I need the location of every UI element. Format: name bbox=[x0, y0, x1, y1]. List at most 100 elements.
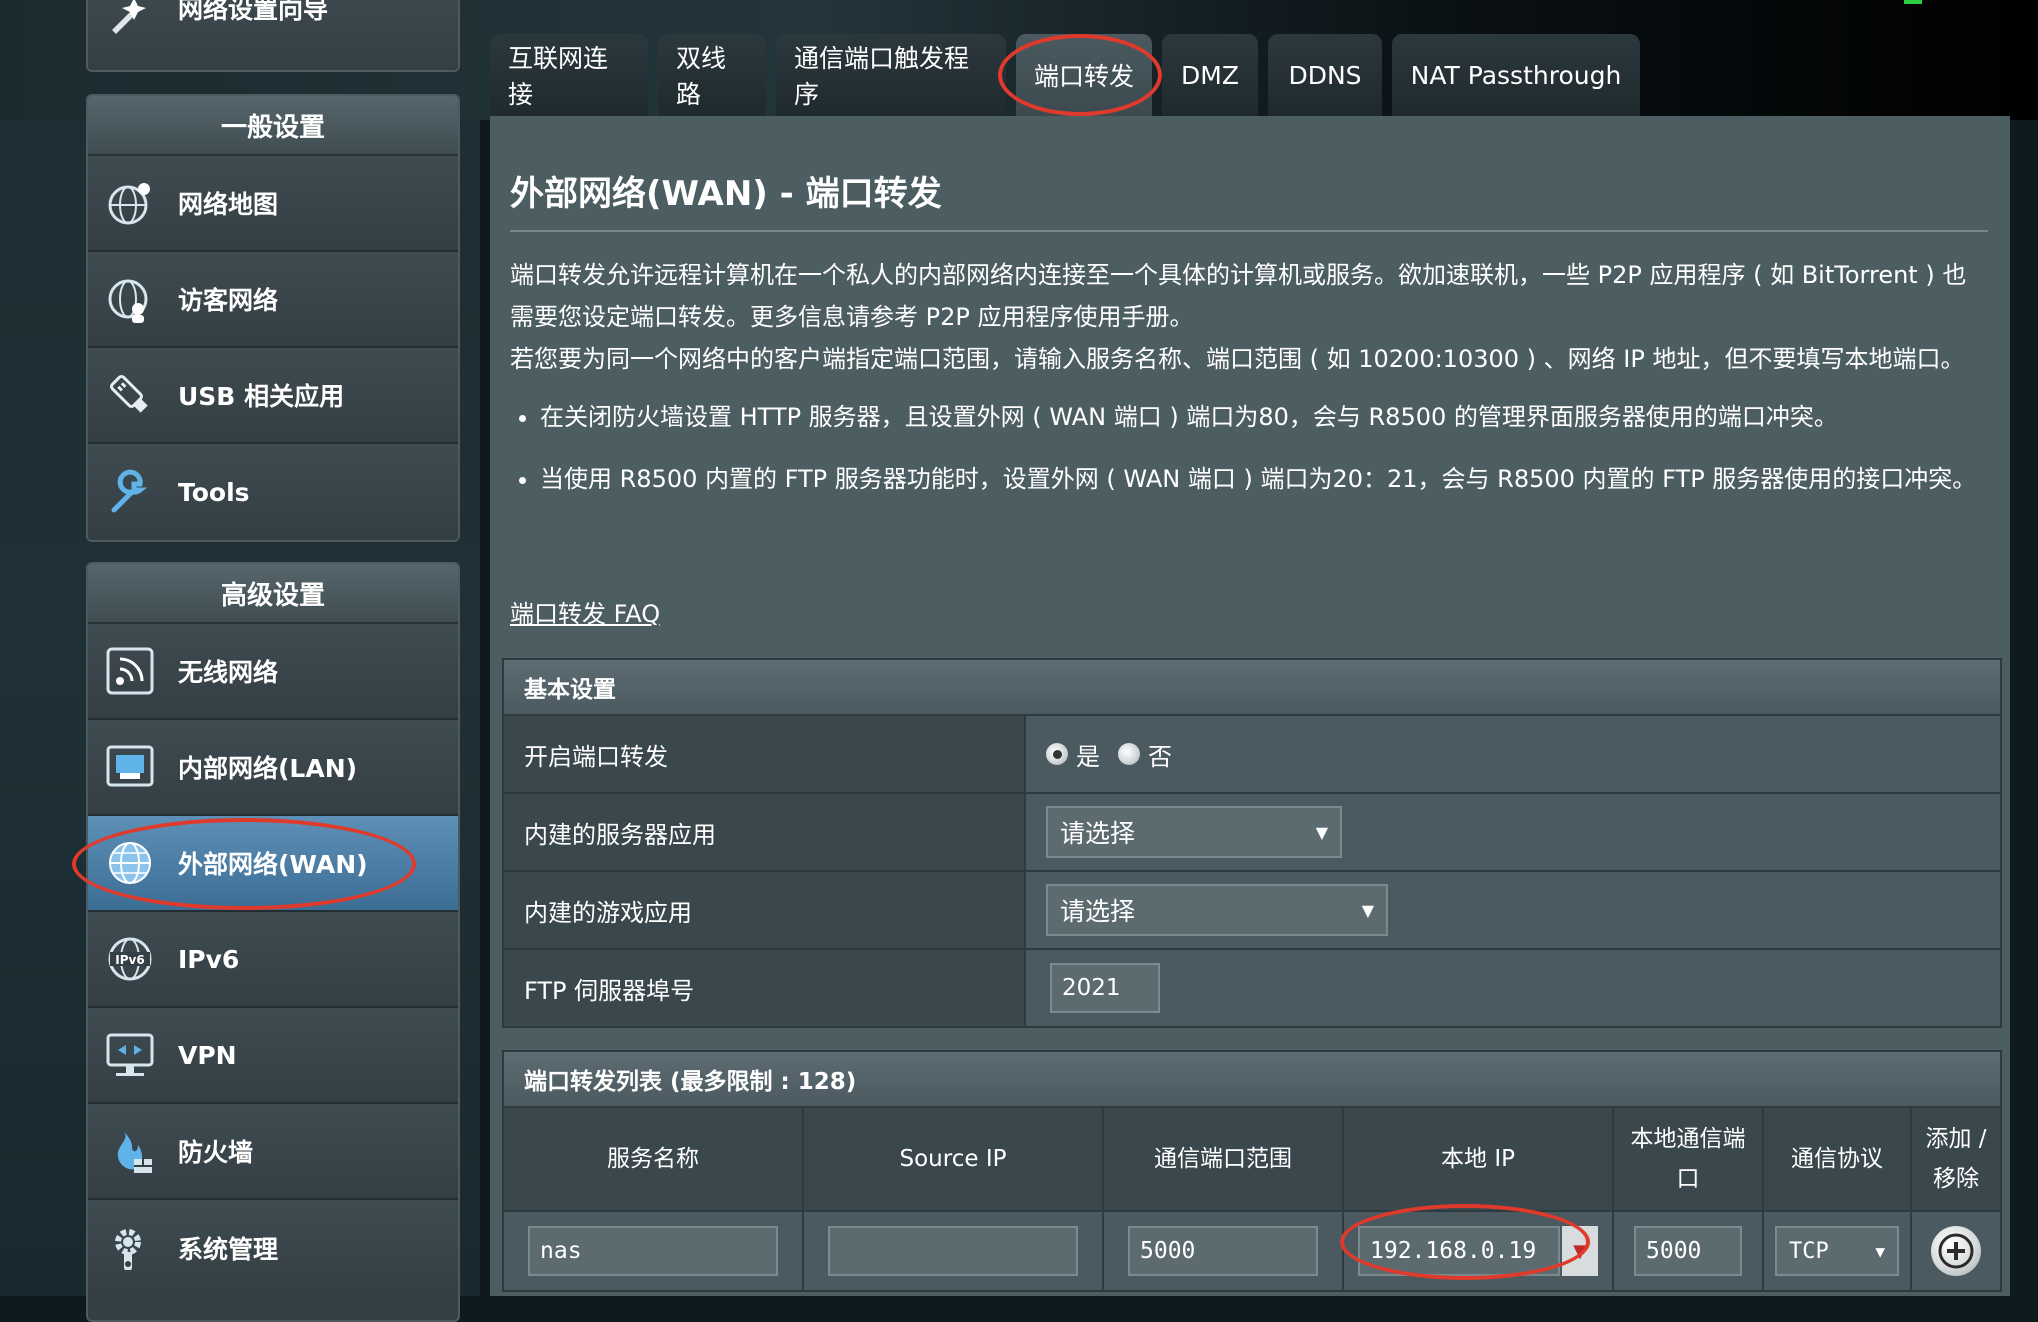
sidebar-item-label: 无线网络 bbox=[178, 658, 279, 687]
forward-list-table: 端口转发列表 (最多限制 : 128) 服务名称 Source IP 通信端口范… bbox=[502, 1050, 2002, 1292]
game-app-select[interactable]: 请选择 ▼ bbox=[1046, 884, 1388, 936]
enable-no-radio[interactable] bbox=[1118, 743, 1140, 765]
cell-port-range: 5000 bbox=[1104, 1212, 1344, 1290]
sidebar-item-lan[interactable]: 内部网络(LAN) bbox=[88, 720, 458, 816]
tab-bar: 互联网连接 双线路 通信端口触发程序 端口转发 DMZ DDNS NAT Pas… bbox=[490, 34, 1650, 116]
port-range-input[interactable]: 5000 bbox=[1128, 1226, 1318, 1276]
ftp-port-value: 2021 bbox=[1026, 950, 2000, 1026]
enable-yes-radio[interactable] bbox=[1046, 743, 1068, 765]
firewall-icon bbox=[102, 1123, 158, 1179]
vpn-icon bbox=[102, 1027, 158, 1083]
column-source-ip: Source IP bbox=[804, 1108, 1104, 1210]
forward-list-columns: 服务名称 Source IP 通信端口范围 本地 IP 本地通信端口 通信协议 … bbox=[504, 1106, 2000, 1210]
server-app-select[interactable]: 请选择 ▼ bbox=[1046, 806, 1342, 858]
server-app-row: 内建的服务器应用 请选择 ▼ bbox=[504, 792, 2000, 870]
tab-port-trigger[interactable]: 通信端口触发程序 bbox=[776, 34, 1006, 116]
table-row: nas 5000 192.168.0.19 ▼ 5000 TCP ▼ bbox=[504, 1210, 2000, 1290]
column-port-range: 通信端口范围 bbox=[1104, 1108, 1344, 1210]
usb-icon bbox=[102, 367, 158, 423]
sidebar-item-guest-network[interactable]: 访客网络 bbox=[88, 252, 458, 348]
tab-port-forwarding[interactable]: 端口转发 bbox=[1016, 34, 1152, 116]
tab-ddns[interactable]: DDNS bbox=[1268, 34, 1382, 116]
ftp-port-row: FTP 伺服器埠号 2021 bbox=[504, 948, 2000, 1026]
sidebar-item-ipv6[interactable]: IPv6 IPv6 bbox=[88, 912, 458, 1008]
server-app-label: 内建的服务器应用 bbox=[504, 794, 1026, 870]
network-map-icon bbox=[102, 175, 158, 231]
gear-icon bbox=[102, 1220, 158, 1276]
tab-internet[interactable]: 互联网连接 bbox=[490, 34, 648, 116]
description-text-1: 端口转发允许远程计算机在一个私人的内部网络内连接至一个具体的计算机或服务。欲加速… bbox=[510, 261, 1967, 331]
cell-local-port: 5000 bbox=[1614, 1212, 1764, 1290]
sidebar-item-firewall[interactable]: 防火墙 bbox=[88, 1104, 458, 1200]
globe-icon bbox=[102, 835, 158, 891]
ftp-port-input[interactable]: 2021 bbox=[1050, 963, 1160, 1013]
description: 端口转发允许远程计算机在一个私人的内部网络内连接至一个具体的计算机或服务。欲加速… bbox=[510, 254, 1990, 520]
game-app-value: 请选择 ▼ bbox=[1026, 872, 2000, 948]
cell-source-ip bbox=[804, 1212, 1104, 1290]
chevron-down-icon: ▼ bbox=[1875, 1241, 1885, 1261]
tab-nat-passthrough[interactable]: NAT Passthrough bbox=[1392, 34, 1640, 116]
cell-add bbox=[1912, 1212, 2000, 1290]
protocol-select[interactable]: TCP ▼ bbox=[1775, 1226, 1899, 1276]
sidebar-item-label: 内部网络(LAN) bbox=[178, 754, 358, 783]
sidebar-item-label: IPv6 bbox=[178, 944, 240, 974]
ipv6-icon: IPv6 bbox=[102, 931, 158, 987]
chevron-down-icon: ▼ bbox=[1315, 822, 1328, 842]
sidebar-item-vpn[interactable]: VPN bbox=[88, 1008, 458, 1104]
sidebar-advanced-box: 高级设置 无线网络 内部网络(LAN) 外部网络(WAN) IPv6 IPv6 bbox=[86, 562, 460, 1322]
column-local-ip: 本地 IP bbox=[1344, 1108, 1614, 1210]
basic-settings-header: 基本设置 bbox=[504, 660, 2000, 714]
column-service-name: 服务名称 bbox=[504, 1108, 804, 1210]
page-title: 外部网络(WAN) - 端口转发 bbox=[510, 174, 942, 214]
sidebar-item-wan[interactable]: 外部网络(WAN) bbox=[88, 816, 458, 912]
sidebar-item-label: 外部网络(WAN) bbox=[178, 850, 368, 879]
sidebar-item-label: 防火墙 bbox=[178, 1138, 254, 1167]
sidebar-item-usb[interactable]: USB 相关应用 bbox=[88, 348, 458, 444]
enable-forwarding-value: 是 否 bbox=[1026, 716, 2000, 792]
guest-network-icon bbox=[102, 271, 158, 327]
server-app-value: 请选择 ▼ bbox=[1026, 794, 2000, 870]
enable-forwarding-row: 开启端口转发 是 否 bbox=[504, 714, 2000, 792]
wrench-icon bbox=[102, 464, 158, 520]
column-protocol: 通信协议 bbox=[1764, 1108, 1912, 1210]
local-ip-input[interactable]: 192.168.0.19 bbox=[1358, 1226, 1560, 1276]
sidebar-general-box: 一般设置 网络地图 访客网络 USB 相关应用 Tools bbox=[86, 94, 460, 542]
notes-list: 在关闭防火墙设置 HTTP 服务器，且设置外网 ( WAN 端口 ) 端口为80… bbox=[510, 396, 1990, 500]
sidebar-item-tools[interactable]: Tools bbox=[88, 444, 458, 540]
ftp-port-label: FTP 伺服器埠号 bbox=[504, 950, 1026, 1026]
plus-circle-icon bbox=[1938, 1233, 1974, 1269]
sidebar-item-label: 访客网络 bbox=[178, 286, 279, 315]
sidebar-item-label: 网络设置向导 bbox=[178, 0, 329, 24]
column-local-port: 本地通信端口 bbox=[1614, 1108, 1764, 1210]
status-indicator bbox=[1904, 0, 1922, 4]
description-text-2: 若您要为同一个网络中的客户端指定端口范围，请输入服务名称、端口范围 ( 如 10… bbox=[510, 345, 1965, 373]
sidebar-item-wizard[interactable]: 网络设置向导 bbox=[88, 0, 458, 70]
enable-forwarding-label: 开启端口转发 bbox=[504, 716, 1026, 792]
sidebar-item-admin[interactable]: 系统管理 bbox=[88, 1200, 458, 1296]
source-ip-input[interactable] bbox=[828, 1226, 1078, 1276]
sidebar-item-label: 网络地图 bbox=[178, 190, 279, 219]
client-list-dropdown[interactable]: ▼ bbox=[1562, 1226, 1598, 1276]
sidebar-item-label: VPN bbox=[178, 1040, 237, 1070]
game-app-label: 内建的游戏应用 bbox=[504, 872, 1026, 948]
sidebar-general-header: 一般设置 bbox=[88, 96, 458, 156]
svg-text:IPv6: IPv6 bbox=[115, 953, 144, 967]
game-app-selected: 请选择 bbox=[1060, 897, 1136, 926]
enable-no-label: 否 bbox=[1148, 742, 1172, 771]
server-app-selected: 请选择 bbox=[1060, 819, 1136, 848]
tab-dual-wan[interactable]: 双线路 bbox=[658, 34, 766, 116]
title-divider bbox=[510, 230, 1988, 232]
enable-yes-label: 是 bbox=[1076, 742, 1100, 771]
local-port-input[interactable]: 5000 bbox=[1634, 1226, 1742, 1276]
add-rule-button[interactable] bbox=[1931, 1226, 1981, 1276]
cell-service-name: nas bbox=[504, 1212, 804, 1290]
sidebar-item-label: USB 相关应用 bbox=[178, 382, 345, 411]
service-name-input[interactable]: nas bbox=[528, 1226, 778, 1276]
wireless-icon bbox=[102, 643, 158, 699]
note-item: 在关闭防火墙设置 HTTP 服务器，且设置外网 ( WAN 端口 ) 端口为80… bbox=[540, 396, 1990, 438]
sidebar-item-wireless[interactable]: 无线网络 bbox=[88, 624, 458, 720]
tab-dmz[interactable]: DMZ bbox=[1162, 34, 1258, 116]
faq-link[interactable]: 端口转发 FAQ bbox=[510, 594, 660, 629]
sidebar-item-network-map[interactable]: 网络地图 bbox=[88, 156, 458, 252]
lan-icon bbox=[102, 739, 158, 795]
